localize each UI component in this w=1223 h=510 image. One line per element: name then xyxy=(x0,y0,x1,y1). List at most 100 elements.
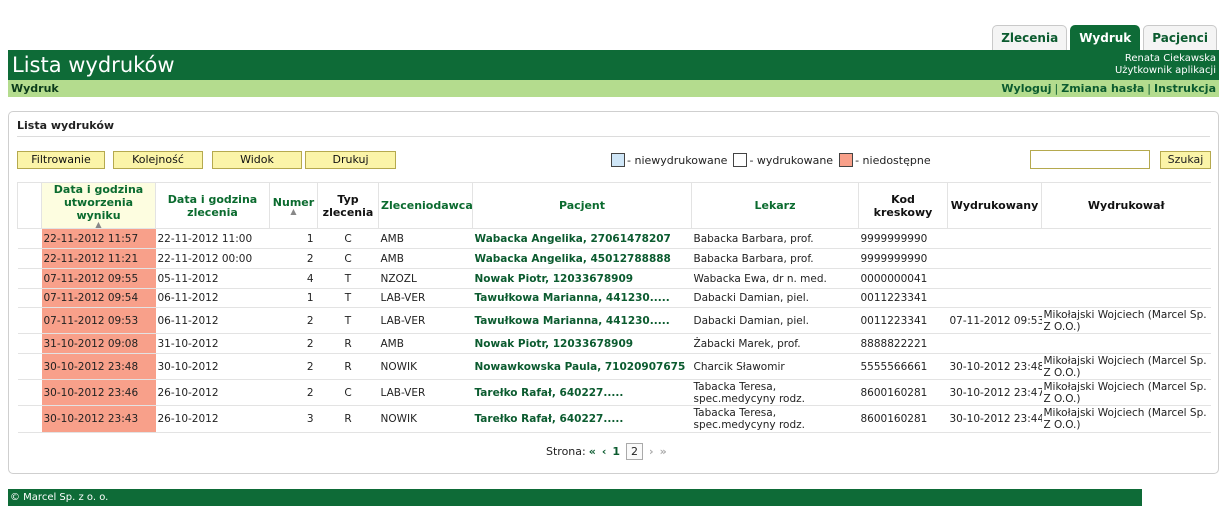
table-row[interactable]: 30-10-2012 23:46 26-10-2012 2 C LAB-VER Tareł… xyxy=(17,379,1211,406)
number-cell: 4 xyxy=(269,268,318,289)
printed-cell: 30-10-2012 23:48 xyxy=(947,353,1042,380)
orderer-cell: LAB-VER xyxy=(378,379,473,406)
result-date-cell: 30-10-2012 23:43 xyxy=(41,405,156,433)
order-date-cell: 06-11-2012 xyxy=(155,288,270,308)
first-page-button[interactable]: « xyxy=(589,445,596,458)
table-row[interactable]: 07-11-2012 09:55 05-11-2012 4 T NZOZL Nowak P… xyxy=(17,268,1211,289)
number-cell: 1 xyxy=(269,228,318,249)
table-row[interactable]: 31-10-2012 09:08 31-10-2012 2 R AMB Nowak Pio… xyxy=(17,333,1211,354)
logout-link[interactable]: Wyloguj xyxy=(1001,82,1051,95)
prints-table: Data i godzina utworzenia wyniku ▲ Data i… xyxy=(17,182,1211,433)
order-type-cell: R xyxy=(317,405,379,433)
select-cell xyxy=(17,379,42,406)
barcode-cell: 0011223341 xyxy=(858,307,948,334)
number-cell: 2 xyxy=(269,353,318,380)
number-cell: 2 xyxy=(269,379,318,406)
number-header[interactable]: Numer ▲ xyxy=(269,182,318,229)
select-cell xyxy=(17,248,42,269)
patient-cell[interactable]: Tawułkowa Marianna, 441230..... xyxy=(472,288,692,308)
pagination: Strona: « ‹ 1 2 › » xyxy=(546,443,670,460)
select-cell xyxy=(17,333,42,354)
table-row[interactable]: 30-10-2012 23:48 30-10-2012 2 R NOWIK Nowawko… xyxy=(17,353,1211,380)
orderer-cell: NZOZL xyxy=(378,268,473,289)
order-button[interactable]: Kolejność xyxy=(113,151,203,169)
instructions-link[interactable]: Instrukcja xyxy=(1154,82,1216,95)
view-button[interactable]: Widok xyxy=(212,151,302,169)
patient-header[interactable]: Pacjent xyxy=(472,182,692,229)
pager-label: Strona: xyxy=(546,445,586,458)
result-date-header[interactable]: Data i godzina utworzenia wyniku ▲ xyxy=(41,182,156,229)
sort-asc-icon: ▲ xyxy=(95,220,102,229)
print-button[interactable]: Drukuj xyxy=(305,151,396,169)
order-date-header[interactable]: Data i godzina zlecenia xyxy=(155,182,270,229)
sort-asc-icon: ▲ xyxy=(290,207,297,216)
search-button[interactable]: Szukaj xyxy=(1160,151,1211,169)
result-date-cell: 07-11-2012 09:54 xyxy=(41,288,156,308)
current-page: 2 xyxy=(626,443,644,460)
doctor-header[interactable]: Lekarz xyxy=(691,182,859,229)
patient-cell[interactable]: Nowawkowska Paula, 71020907675 xyxy=(472,353,692,380)
printed-by-cell xyxy=(1041,333,1211,354)
select-cell xyxy=(17,288,42,308)
user-info: Renata Ciekawska Użytkownik aplikacji xyxy=(1115,53,1216,77)
doctor-cell: Wabacka Ewa, dr n. med. xyxy=(691,268,859,289)
printed-cell xyxy=(947,228,1042,249)
legend-label: - niewydrukowane xyxy=(627,153,728,167)
table-row[interactable]: 30-10-2012 23:43 26-10-2012 3 R NOWIK Tarełko… xyxy=(17,405,1211,433)
search-input[interactable] xyxy=(1030,150,1150,169)
legend-not-printed: - niewydrukowane xyxy=(611,153,727,167)
patient-cell[interactable]: Tarełko Rafał, 640227..... xyxy=(472,379,692,406)
number-cell: 2 xyxy=(269,248,318,269)
orderer-cell: AMB xyxy=(378,228,473,249)
printed-header: Wydrukowany xyxy=(947,182,1042,229)
printed-by-cell: Mikołajski Wojciech (Marcel Sp. Z O.O.) xyxy=(1041,353,1211,380)
printed-swatch xyxy=(733,153,748,167)
panel-title: Lista wydruków xyxy=(17,119,115,132)
next-page-button[interactable]: › xyxy=(649,445,654,458)
result-date-cell: 31-10-2012 09:08 xyxy=(41,333,156,354)
order-type-cell: C xyxy=(317,379,379,406)
last-page-button[interactable]: » xyxy=(660,445,667,458)
page-1-link[interactable]: 1 xyxy=(612,445,620,458)
table-row[interactable]: 07-11-2012 09:53 06-11-2012 2 T LAB-VER Tawuł… xyxy=(17,307,1211,334)
print-list-panel: Lista wydruków Filtrowanie Kolejność Wid… xyxy=(8,111,1219,474)
patient-cell[interactable]: Wabacka Angelika, 45012788888 xyxy=(472,248,692,269)
section-label: Wydruk xyxy=(11,82,59,95)
patient-cell[interactable]: Wabacka Angelika, 27061478207 xyxy=(472,228,692,249)
printed-by-header: Wydrukował xyxy=(1041,182,1211,229)
legend-label: - wydrukowane xyxy=(749,153,834,167)
user-name: Renata Ciekawska xyxy=(1124,53,1216,64)
tab-pacjenci[interactable]: Pacjenci xyxy=(1143,25,1217,50)
patient-cell[interactable]: Nowak Piotr, 12033678909 xyxy=(472,268,692,289)
barcode-cell: 0000000041 xyxy=(858,268,948,289)
prev-page-button[interactable]: ‹ xyxy=(602,445,607,458)
order-type-cell: C xyxy=(317,228,379,249)
patient-cell[interactable]: Nowak Piotr, 12033678909 xyxy=(472,333,692,354)
barcode-header: Kod kreskowy xyxy=(858,182,948,229)
change-password-link[interactable]: Zmiana hasła xyxy=(1061,82,1144,95)
table-row[interactable]: 22-11-2012 11:21 22-11-2012 00:00 2 C AMB Wab… xyxy=(17,248,1211,269)
order-type-cell: T xyxy=(317,307,379,334)
order-date-cell: 05-11-2012 xyxy=(155,268,270,289)
patient-cell[interactable]: Tarełko Rafał, 640227..... xyxy=(472,405,692,433)
legend-unavailable: - niedostępne xyxy=(839,153,931,167)
account-links: Wyloguj | Zmiana hasła | Instrukcja xyxy=(1001,80,1216,97)
footer: © Marcel Sp. z o. o. xyxy=(8,489,1142,506)
printed-by-cell xyxy=(1041,268,1211,289)
patient-cell[interactable]: Tawułkowa Marianna, 441230..... xyxy=(472,307,692,334)
orderer-header[interactable]: Zleceniodawca xyxy=(378,182,473,229)
tab-zlecenia[interactable]: Zlecenia xyxy=(992,25,1068,50)
order-date-cell: 30-10-2012 xyxy=(155,353,270,380)
order-date-cell: 26-10-2012 xyxy=(155,405,270,433)
table-row[interactable]: 07-11-2012 09:54 06-11-2012 1 T LAB-VER Tawuł… xyxy=(17,288,1211,308)
divider xyxy=(17,136,1210,137)
barcode-cell: 8600160281 xyxy=(858,379,948,406)
barcode-cell: 9999999990 xyxy=(858,228,948,249)
result-date-cell: 30-10-2012 23:48 xyxy=(41,353,156,380)
filter-button[interactable]: Filtrowanie xyxy=(17,151,105,169)
page-title: Lista wydruków xyxy=(12,53,175,77)
orderer-cell: AMB xyxy=(378,333,473,354)
printed-by-cell: Mikołajski Wojciech (Marcel Sp. Z O.O.) xyxy=(1041,379,1211,406)
tab-wydruk[interactable]: Wydruk xyxy=(1070,25,1141,50)
table-row[interactable]: 22-11-2012 11:57 22-11-2012 11:00 1 C AMB Wab… xyxy=(17,228,1211,249)
